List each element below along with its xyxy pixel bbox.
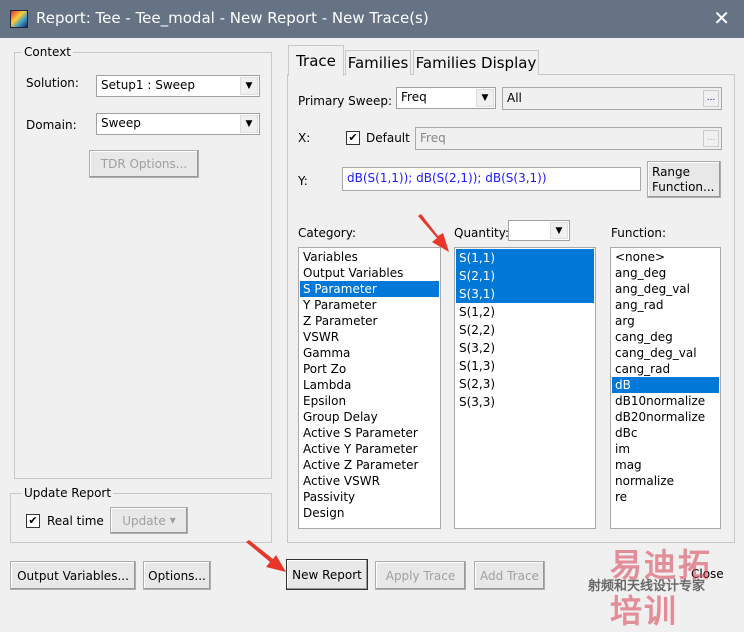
window-close-button[interactable]: ✕ <box>713 6 730 30</box>
function-item[interactable]: dB <box>612 377 719 393</box>
category-item[interactable]: Design <box>300 505 439 521</box>
category-item[interactable]: Variables <box>300 249 439 265</box>
category-item[interactable]: Port Zo <box>300 361 439 377</box>
add-trace-button[interactable]: Add Trace <box>474 561 545 590</box>
function-item[interactable]: <none> <box>612 249 719 265</box>
function-item[interactable]: im <box>612 441 719 457</box>
function-item[interactable]: dB10normalize <box>612 393 719 409</box>
options-button[interactable]: Options... <box>143 561 211 590</box>
domain-value: Sweep <box>101 116 141 130</box>
solution-dropdown[interactable]: Setup1 : Sweep ▼ <box>96 75 260 97</box>
category-item[interactable]: Active S Parameter <box>300 425 439 441</box>
sweep-range-value: All <box>507 91 522 105</box>
default-x-checkbox[interactable]: ✔ <box>346 131 360 145</box>
quantity-item[interactable]: S(3,1) <box>456 285 594 303</box>
category-item[interactable]: Passivity <box>300 489 439 505</box>
quantity-item[interactable]: S(3,2) <box>456 339 594 357</box>
x-value: Freq <box>420 131 446 145</box>
sweep-range-ellipsis-button[interactable]: ... <box>703 90 719 107</box>
solution-label: Solution: <box>26 76 79 90</box>
quantity-item[interactable]: S(2,2) <box>456 321 594 339</box>
chevron-down-icon: ▼ <box>169 516 176 525</box>
update-label: Update <box>122 513 166 528</box>
y-expression-input[interactable]: dB(S(1,1)); dB(S(2,1)); dB(S(3,1)) <box>342 167 641 191</box>
quantity-label: Quantity: <box>454 226 510 240</box>
category-item[interactable]: Output Variables <box>300 265 439 281</box>
quantity-list[interactable]: S(1,1) S(2,1) S(3,1) S(1,2) S(2,2) S(3,2) S(1,… <box>454 247 596 529</box>
quantity-filter-dropdown[interactable]: ▼ <box>508 220 570 241</box>
category-item[interactable]: Y Parameter <box>300 297 439 313</box>
new-report-button[interactable]: New Report <box>286 559 368 590</box>
function-item[interactable]: ang_deg_val <box>612 281 719 297</box>
tab-families[interactable]: Families <box>345 50 411 75</box>
output-variables-button[interactable]: Output Variables... <box>10 561 136 590</box>
function-list[interactable]: <none> ang_deg ang_deg_val ang_rad arg cang_d… <box>610 247 721 529</box>
solution-value: Setup1 : Sweep <box>101 78 196 92</box>
function-item[interactable]: ang_deg <box>612 265 719 281</box>
app-icon <box>10 10 28 28</box>
domain-dropdown[interactable]: Sweep ▼ <box>96 113 260 135</box>
category-item[interactable]: Lambda <box>300 377 439 393</box>
context-legend: Context <box>22 45 74 59</box>
window-title: Report: Tee - Tee_modal - New Report - N… <box>36 9 429 27</box>
category-item[interactable]: S Parameter <box>300 281 439 297</box>
tdr-options-button[interactable]: TDR Options... <box>89 150 199 178</box>
realtime-checkbox[interactable]: ✔ <box>26 514 40 528</box>
update-report-legend: Update Report <box>22 486 114 500</box>
tab-families-display[interactable]: Families Display <box>413 50 539 75</box>
primary-sweep-dropdown[interactable]: Freq ▼ <box>396 87 496 109</box>
function-item[interactable]: re <box>612 489 719 505</box>
realtime-label: Real time <box>47 514 104 528</box>
category-item[interactable]: Active Y Parameter <box>300 441 439 457</box>
category-label: Category: <box>298 226 356 240</box>
tab-trace[interactable]: Trace <box>288 45 344 76</box>
function-item[interactable]: cang_deg_val <box>612 345 719 361</box>
apply-trace-button[interactable]: Apply Trace <box>375 561 466 590</box>
quantity-item[interactable]: S(2,3) <box>456 375 594 393</box>
function-item[interactable]: arg <box>612 313 719 329</box>
chevron-down-icon: ▼ <box>550 222 568 239</box>
title-bar[interactable]: Report: Tee - Tee_modal - New Report - N… <box>0 0 744 38</box>
x-ellipsis-button[interactable]: ... <box>703 130 719 147</box>
category-item[interactable]: Group Delay <box>300 409 439 425</box>
range-function-button[interactable]: Range Function... <box>647 161 721 198</box>
default-label: Default <box>366 131 410 145</box>
quantity-item[interactable]: S(3,3) <box>456 393 594 411</box>
function-item[interactable]: dBc <box>612 425 719 441</box>
function-item[interactable]: cang_rad <box>612 361 719 377</box>
function-item[interactable]: ang_rad <box>612 297 719 313</box>
primary-sweep-value: Freq <box>401 90 427 104</box>
x-expression-field[interactable]: Freq... <box>415 127 722 150</box>
function-item[interactable]: normalize <box>612 473 719 489</box>
function-item[interactable]: dB20normalize <box>612 409 719 425</box>
quantity-item[interactable]: S(1,1) <box>456 249 594 267</box>
y-label: Y: <box>298 174 308 188</box>
category-item[interactable]: Active VSWR <box>300 473 439 489</box>
sweep-range-field[interactable]: All... <box>502 87 722 110</box>
quantity-item[interactable]: S(2,1) <box>456 267 594 285</box>
category-item[interactable]: Active Z Parameter <box>300 457 439 473</box>
chevron-down-icon: ▼ <box>240 77 258 95</box>
primary-sweep-label: Primary Sweep: <box>298 94 393 108</box>
function-item[interactable]: cang_deg <box>612 329 719 345</box>
function-item[interactable]: mag <box>612 457 719 473</box>
category-item[interactable]: VSWR <box>300 329 439 345</box>
chevron-down-icon: ▼ <box>476 89 494 107</box>
category-list[interactable]: Variables Output Variables S Parameter Y Pa… <box>298 247 441 529</box>
x-label: X: <box>298 131 311 145</box>
arrow-to-new-report-icon <box>246 540 286 572</box>
quantity-item[interactable]: S(1,3) <box>456 357 594 375</box>
watermark-slogan: 射频和天线设计专家 <box>588 579 706 594</box>
domain-label: Domain: <box>26 118 77 132</box>
category-item[interactable]: Z Parameter <box>300 313 439 329</box>
chevron-down-icon: ▼ <box>240 115 258 133</box>
category-item[interactable]: Gamma <box>300 345 439 361</box>
quantity-item[interactable]: S(1,2) <box>456 303 594 321</box>
category-item[interactable]: Epsilon <box>300 393 439 409</box>
function-label: Function: <box>611 226 667 240</box>
update-button[interactable]: Update ▼ <box>110 507 188 534</box>
